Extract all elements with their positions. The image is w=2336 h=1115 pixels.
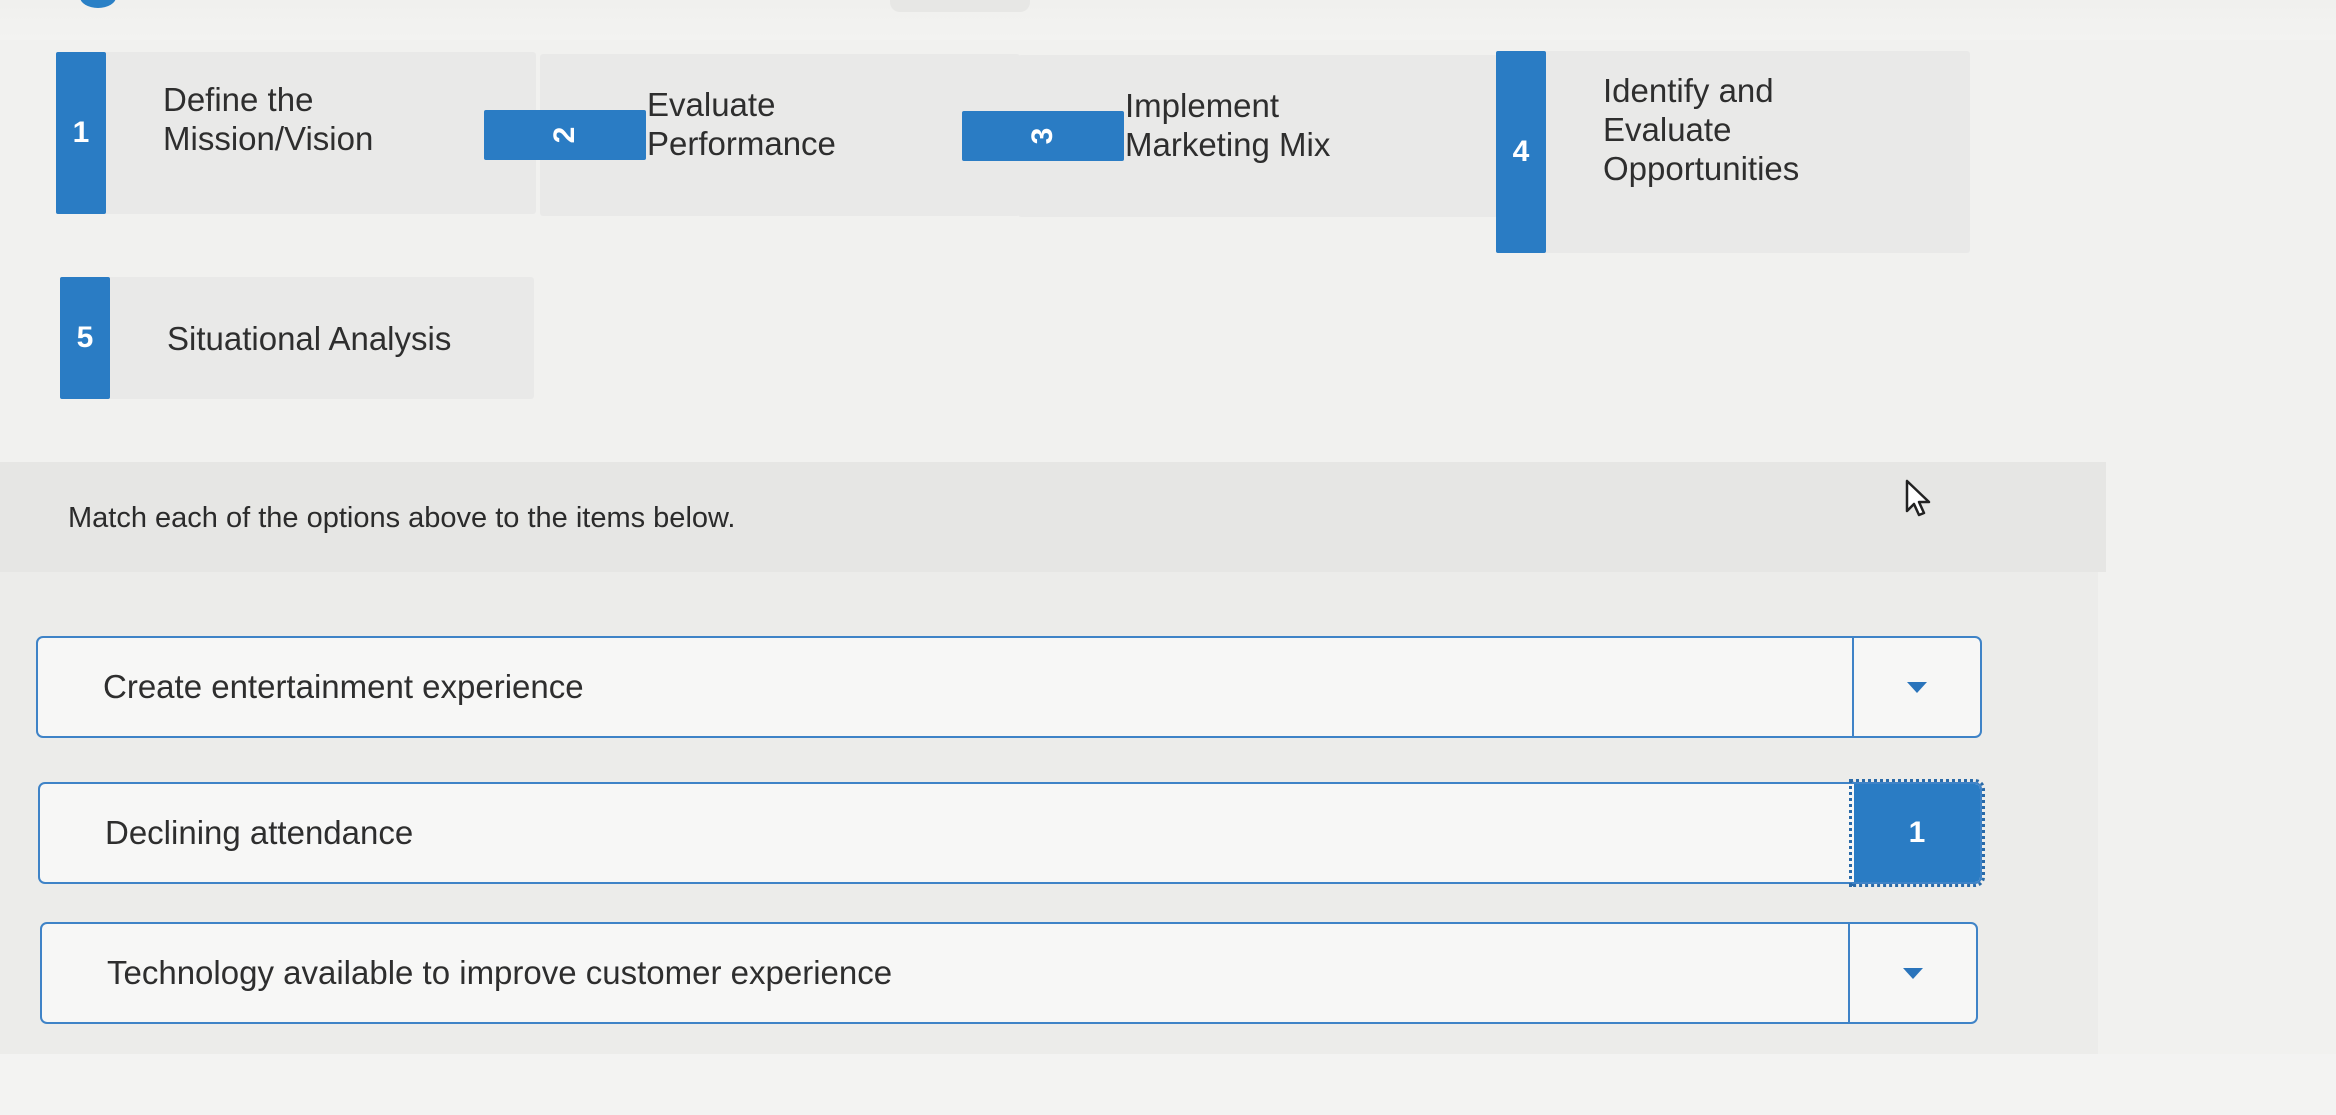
option-tile-2[interactable]: 2 Evaluate Performance <box>484 54 1020 216</box>
option-label: Situational Analysis <box>167 319 452 357</box>
match-item-row: Declining attendance 1 <box>38 779 1985 887</box>
option-number-badge: 4 <box>1496 51 1546 253</box>
option-tile-5[interactable]: 5 Situational Analysis <box>60 277 534 399</box>
option-label: Identify and Evaluate Opportunities <box>1603 71 1800 187</box>
match-item-label: Create entertainment experience <box>103 668 584 705</box>
match-dropdown[interactable] <box>1848 924 1976 1022</box>
match-dropdown[interactable] <box>1852 638 1980 736</box>
top-tab[interactable] <box>890 0 1030 12</box>
match-item-label: Technology available to improve customer… <box>107 954 893 991</box>
option-tile-1[interactable]: 1 Define the Mission/Vision <box>56 52 536 214</box>
mouse-pointer-icon <box>1905 479 1931 517</box>
option-label: Define the Mission/Vision <box>163 81 374 157</box>
option-number-badge: 5 <box>60 277 110 399</box>
option-number-badge: 2 <box>484 110 646 160</box>
option-tile-4[interactable]: 4 Identify and Evaluate Opportunities <box>1496 51 1970 253</box>
top-nav-indicator[interactable] <box>80 0 116 8</box>
option-tile-3[interactable]: 3 Implement Marketing Mix <box>962 55 1498 217</box>
chevron-down-icon <box>1907 681 1927 693</box>
instructions-text: Match each of the options above to the i… <box>68 502 736 534</box>
chevron-down-icon <box>1903 967 1923 979</box>
match-item-label: Declining attendance <box>105 814 414 851</box>
option-number-badge: 1 <box>56 52 106 214</box>
match-item-row: Create entertainment experience <box>36 636 1982 738</box>
bottom-bar <box>0 1054 2336 1115</box>
match-dropdown-selected[interactable]: 1 <box>1849 779 1985 887</box>
top-bar <box>0 0 2336 40</box>
match-item-row: Technology available to improve customer… <box>40 922 1978 1024</box>
option-number-badge: 3 <box>962 111 1124 161</box>
